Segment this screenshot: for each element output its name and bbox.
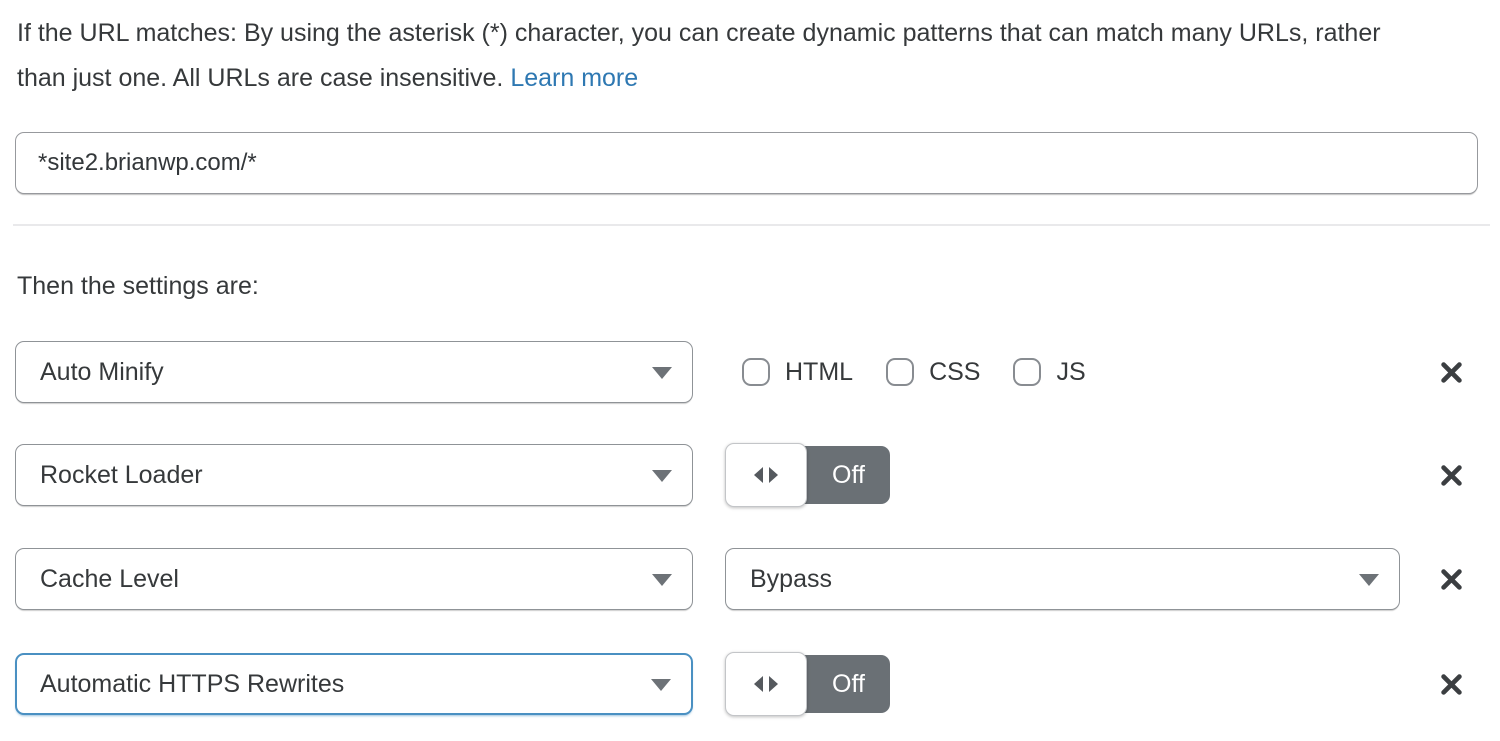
setting-select-value: Cache Level bbox=[40, 565, 179, 594]
checkbox-item-js[interactable]: JS bbox=[1013, 358, 1085, 387]
chevron-down-icon bbox=[652, 574, 672, 586]
left-right-arrows-icon bbox=[769, 676, 778, 692]
section-divider bbox=[13, 224, 1490, 226]
url-match-description: If the URL matches: By using the asteris… bbox=[17, 11, 1427, 101]
left-right-arrows-icon bbox=[754, 676, 763, 692]
left-right-arrows-icon bbox=[754, 467, 763, 483]
chevron-down-icon bbox=[651, 679, 671, 691]
checkbox-js[interactable] bbox=[1013, 358, 1041, 386]
setting-select-cache-level[interactable]: Cache Level bbox=[15, 548, 693, 610]
setting-select-auto-minify[interactable]: Auto Minify bbox=[15, 341, 693, 403]
checkbox-css[interactable] bbox=[886, 358, 914, 386]
toggle-handle[interactable] bbox=[725, 443, 807, 507]
toggle-handle[interactable] bbox=[725, 652, 807, 716]
chevron-down-icon bbox=[652, 470, 672, 482]
setting-select-value: Automatic HTTPS Rewrites bbox=[40, 670, 344, 699]
toggle-state-label: Off bbox=[807, 652, 890, 716]
delete-rule-button[interactable] bbox=[1437, 358, 1465, 386]
rocket-loader-toggle[interactable]: Off bbox=[725, 443, 890, 507]
checkbox-html[interactable] bbox=[742, 358, 770, 386]
x-icon bbox=[1438, 462, 1465, 489]
setting-select-rocket-loader[interactable]: Rocket Loader bbox=[15, 444, 693, 506]
delete-rule-button[interactable] bbox=[1437, 461, 1465, 489]
cache-level-value-select[interactable]: Bypass bbox=[725, 548, 1400, 610]
toggle-state-label: Off bbox=[807, 443, 890, 507]
checkbox-item-css[interactable]: CSS bbox=[886, 358, 980, 387]
setting-select-automatic-https-rewrites[interactable]: Automatic HTTPS Rewrites bbox=[15, 653, 693, 715]
setting-select-value: Auto Minify bbox=[40, 358, 164, 387]
url-pattern-input[interactable] bbox=[15, 132, 1478, 194]
rule-row-auto-minify: Auto Minify HTML CSS JS bbox=[15, 340, 1485, 404]
x-icon bbox=[1438, 566, 1465, 593]
checkbox-html-label: HTML bbox=[785, 358, 853, 387]
automatic-https-rewrites-toggle[interactable]: Off bbox=[725, 652, 890, 716]
checkbox-item-html[interactable]: HTML bbox=[742, 358, 853, 387]
x-icon bbox=[1438, 671, 1465, 698]
settings-section-label: Then the settings are: bbox=[17, 272, 259, 301]
setting-select-value: Rocket Loader bbox=[40, 461, 203, 490]
learn-more-link[interactable]: Learn more bbox=[510, 64, 638, 92]
delete-rule-button[interactable] bbox=[1437, 670, 1465, 698]
value-select-value: Bypass bbox=[750, 565, 832, 594]
chevron-down-icon bbox=[652, 367, 672, 379]
auto-minify-options: HTML CSS JS bbox=[742, 358, 1119, 387]
rule-row-automatic-https-rewrites: Automatic HTTPS Rewrites Off bbox=[15, 652, 1485, 716]
checkbox-js-label: JS bbox=[1056, 358, 1085, 387]
checkbox-css-label: CSS bbox=[929, 358, 980, 387]
rule-row-rocket-loader: Rocket Loader Off bbox=[15, 443, 1485, 507]
rule-row-cache-level: Cache Level Bypass bbox=[15, 547, 1485, 611]
delete-rule-button[interactable] bbox=[1437, 565, 1465, 593]
chevron-down-icon bbox=[1359, 574, 1379, 586]
x-icon bbox=[1438, 359, 1465, 386]
page-rule-editor: If the URL matches: By using the asteris… bbox=[0, 0, 1500, 741]
description-text: If the URL matches: By using the asteris… bbox=[17, 19, 1381, 92]
left-right-arrows-icon bbox=[769, 467, 778, 483]
